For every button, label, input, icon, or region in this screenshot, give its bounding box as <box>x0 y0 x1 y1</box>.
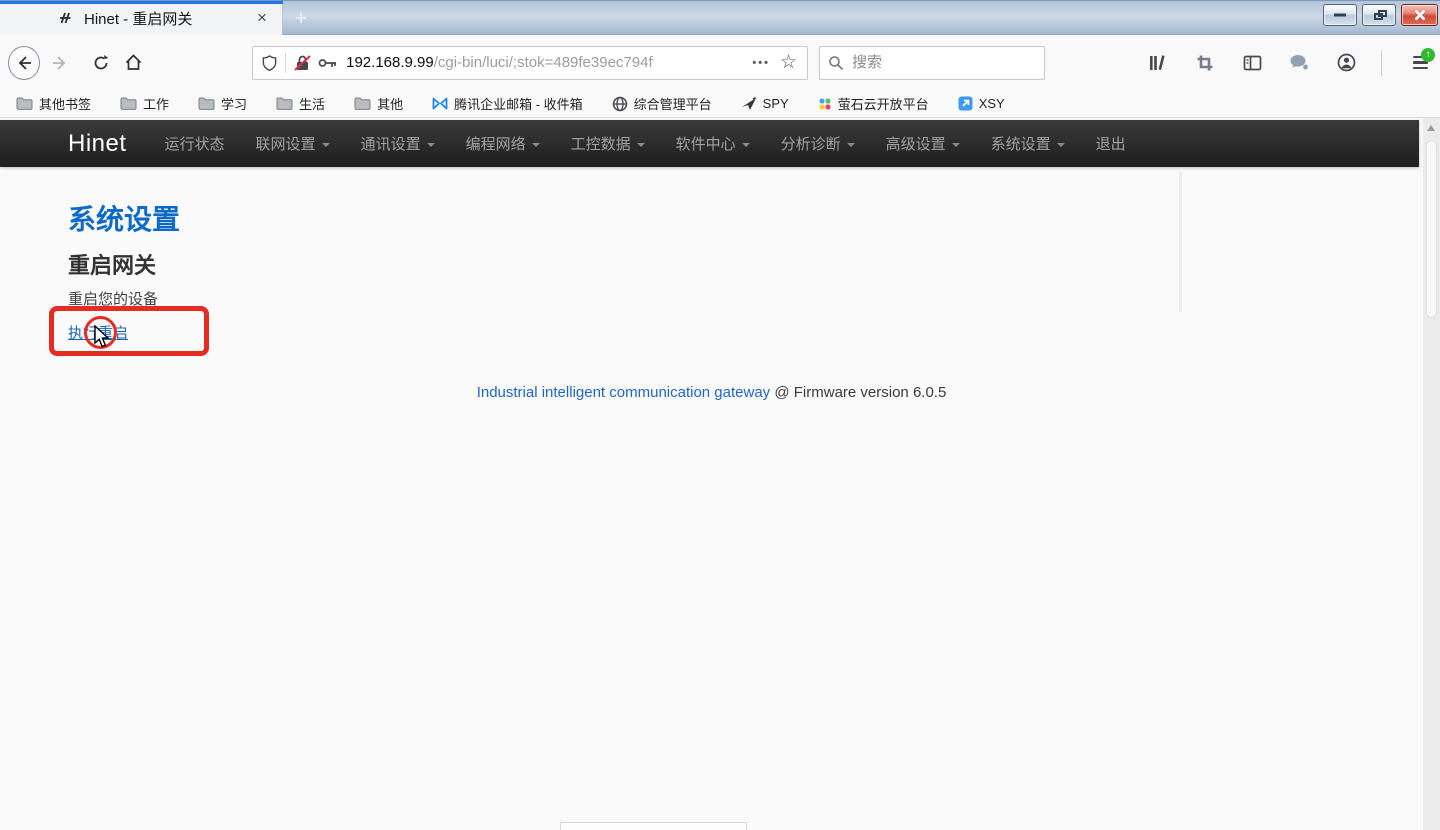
nav-item-status[interactable]: 运行状态 <box>165 133 225 154</box>
titlebar: Hinet - 重启网关 × + <box>0 0 1440 35</box>
vertical-scrollbar[interactable] <box>1423 118 1440 830</box>
folder-icon <box>354 97 371 110</box>
key-icon[interactable] <box>318 56 338 70</box>
bookmark-item[interactable]: XSY <box>958 96 1005 111</box>
bookmark-item[interactable]: 萤石云开放平台 <box>818 94 929 113</box>
nav-item-network[interactable]: 联网设置 <box>256 133 330 154</box>
urlbar-separator <box>285 53 286 73</box>
nav-item-advanced[interactable]: 高级设置 <box>886 133 960 154</box>
content-divider <box>1179 172 1182 312</box>
browser-toolbar: 192.168.9.99/cgi-bin/luci/;stok=489fe39e… <box>0 35 1440 90</box>
account-icon[interactable] <box>1331 48 1361 78</box>
url-bar[interactable]: 192.168.9.99/cgi-bin/luci/;stok=489fe39e… <box>252 46 808 80</box>
toolbar-right-icons: ↑ <box>1143 48 1440 78</box>
url-path: /cgi-bin/luci/;stok=489fe39ec794f <box>434 54 653 71</box>
bookmark-folder[interactable]: 生活 <box>276 94 325 113</box>
home-button[interactable] <box>119 48 147 78</box>
folder-icon <box>198 97 215 110</box>
window-controls <box>1323 4 1438 26</box>
insecure-lock-icon[interactable] <box>293 54 312 72</box>
page-title: 系统设置 <box>68 198 180 238</box>
page-content: Hinet 运行状态 联网设置 通讯设置 编程网络 工控数据 软件中心 分析诊断… <box>0 118 1423 830</box>
nav-item-software-center[interactable]: 软件中心 <box>676 133 750 154</box>
url-host: 192.168.9.99 <box>346 54 434 71</box>
bookmarks-bar: 其他书签 工作 学习 生活 其他 腾讯企业邮箱 - 收件箱 综合管理平台 SP <box>0 90 1440 118</box>
bookmark-item[interactable]: 腾讯企业邮箱 - 收件箱 <box>432 94 583 113</box>
new-tab-button[interactable]: + <box>289 7 313 31</box>
nav-item-industrial-data[interactable]: 工控数据 <box>571 133 645 154</box>
brand-logo[interactable]: Hinet <box>68 130 127 158</box>
tab-close-icon[interactable]: × <box>252 8 272 28</box>
url-text[interactable]: 192.168.9.99/cgi-bin/luci/;stok=489fe39e… <box>346 54 746 71</box>
chevron-down-icon <box>847 143 855 147</box>
nav-item-diagnosis[interactable]: 分析诊断 <box>781 133 855 154</box>
arrow-square-icon <box>958 96 973 111</box>
gateway-footer-link[interactable]: Industrial intelligent communication gat… <box>477 384 771 401</box>
folder-icon <box>16 97 33 110</box>
chevron-down-icon <box>637 143 645 147</box>
search-icon <box>828 55 844 71</box>
menu-button[interactable]: ↑ <box>1413 56 1428 70</box>
globe-icon <box>612 96 628 112</box>
restore-button[interactable] <box>1362 4 1396 26</box>
nav-item-comm[interactable]: 通讯设置 <box>361 133 435 154</box>
mouse-cursor-icon <box>93 325 115 349</box>
chevron-down-icon <box>1057 143 1065 147</box>
site-favicon-icon <box>57 10 73 26</box>
active-tab-indicator <box>0 1 283 4</box>
dart-icon <box>741 97 757 111</box>
bookmark-item[interactable]: SPY <box>741 96 789 111</box>
forward-button[interactable] <box>46 48 74 78</box>
chevron-down-icon <box>427 143 435 147</box>
tab-title: Hinet - 重启网关 <box>84 8 252 29</box>
folder-icon <box>276 97 293 110</box>
section-title: 重启网关 <box>68 248 156 280</box>
shield-icon[interactable] <box>261 54 278 72</box>
minimize-button[interactable] <box>1323 4 1357 26</box>
chevron-down-icon <box>322 143 330 147</box>
browser-tab[interactable]: Hinet - 重启网关 × <box>0 1 283 35</box>
chevron-down-icon <box>952 143 960 147</box>
bookmark-folder[interactable]: 工作 <box>120 94 169 113</box>
browser-window: Hinet - 重启网关 × + <box>0 0 1440 830</box>
page-footer: Industrial intelligent communication gat… <box>0 384 1423 401</box>
back-button[interactable] <box>8 46 40 80</box>
bookmark-folder[interactable]: 其他 <box>354 94 403 113</box>
folder-icon <box>120 97 137 110</box>
page-actions-icon[interactable]: ••• <box>752 57 770 69</box>
wechat-bubble-icon[interactable] <box>1284 48 1314 78</box>
site-menu: 运行状态 联网设置 通讯设置 编程网络 工控数据 软件中心 分析诊断 高级设置 … <box>165 133 1126 154</box>
tencent-mail-icon <box>432 97 448 110</box>
color-dots-icon <box>818 97 832 111</box>
nav-item-programming[interactable]: 编程网络 <box>466 133 540 154</box>
scrollbar-thumb[interactable] <box>1426 140 1437 318</box>
search-box[interactable] <box>819 46 1045 80</box>
nav-item-system[interactable]: 系统设置 <box>991 133 1065 154</box>
bookmark-folder[interactable]: 学习 <box>198 94 247 113</box>
bookmark-item[interactable]: 综合管理平台 <box>612 94 712 113</box>
firmware-version-text: @ Firmware version 6.0.5 <box>774 384 946 401</box>
chevron-down-icon <box>532 143 540 147</box>
search-input[interactable] <box>852 54 1051 71</box>
bookmark-folder[interactable]: 其他书签 <box>16 94 91 113</box>
bookmark-star-icon[interactable]: ☆ <box>780 51 797 74</box>
site-navbar: Hinet 运行状态 联网设置 通讯设置 编程网络 工控数据 软件中心 分析诊断… <box>0 120 1419 167</box>
sidebars-icon[interactable] <box>1237 48 1267 78</box>
update-badge-icon: ↑ <box>1421 48 1435 62</box>
screenshot-crop-icon[interactable] <box>1190 48 1220 78</box>
toolbar-separator <box>1381 50 1382 76</box>
close-button[interactable] <box>1401 4 1438 26</box>
partial-bottom-box <box>560 822 747 830</box>
chevron-down-icon <box>742 143 750 147</box>
scroll-up-arrow-icon[interactable] <box>1427 125 1435 131</box>
library-icon[interactable] <box>1143 48 1173 78</box>
reload-button[interactable] <box>87 48 115 78</box>
nav-item-logout[interactable]: 退出 <box>1096 133 1126 154</box>
